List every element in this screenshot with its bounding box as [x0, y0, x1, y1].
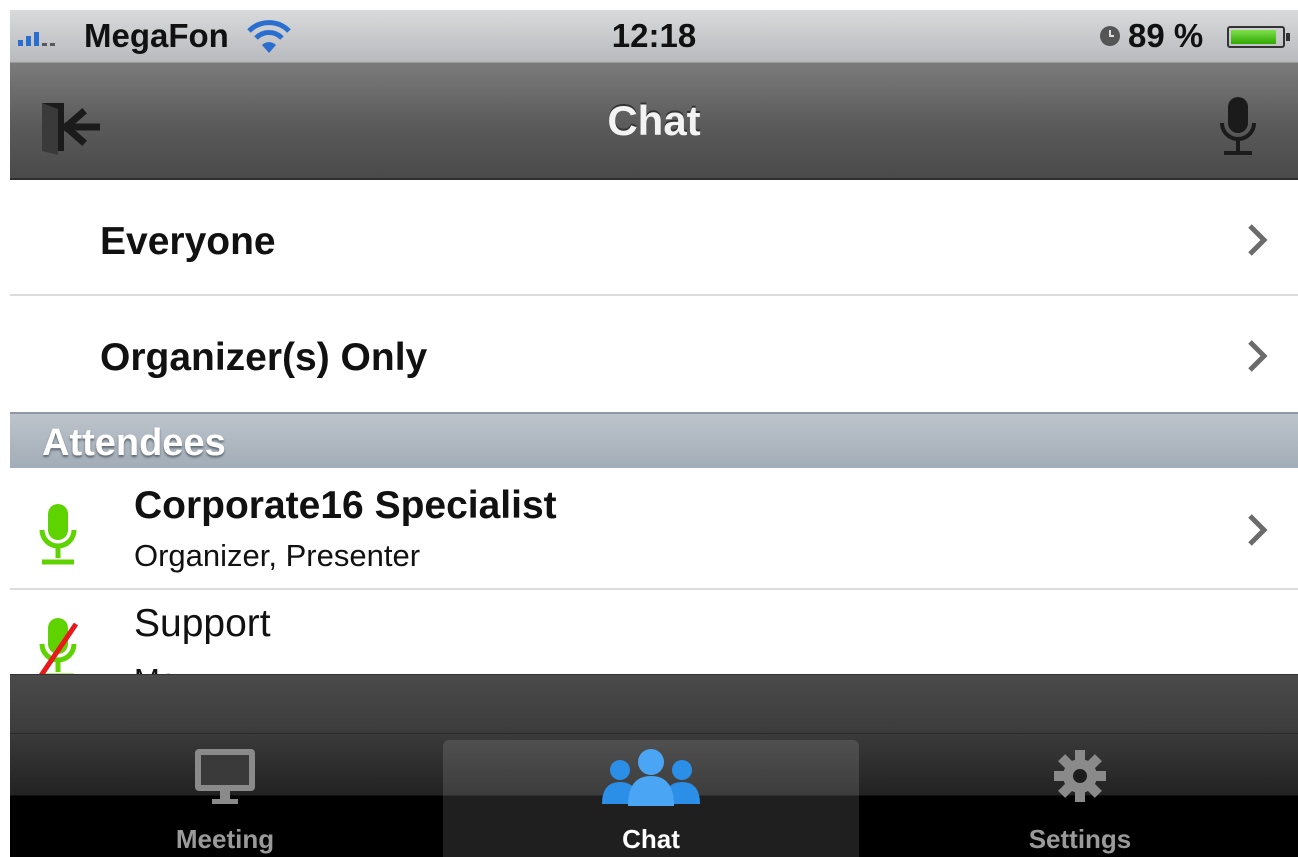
bottom-toolbar: [10, 674, 1298, 734]
monitor-icon: [195, 749, 255, 804]
attendee-row[interactable]: Corporate16 Specialist Organizer, Presen…: [10, 470, 1298, 590]
status-bar: MegaFon 12:18 89 %: [10, 10, 1298, 62]
attendees-section-header: Attendees: [10, 412, 1298, 468]
chevron-right-icon: [1248, 224, 1268, 256]
everyone-label: Everyone: [100, 220, 276, 263]
tab-label: Meeting: [175, 824, 275, 854]
tab-meeting[interactable]: Meeting: [10, 740, 440, 857]
attendee-name: Support: [134, 602, 271, 645]
microphone-active-icon: [39, 504, 77, 565]
microphone-icon: [1220, 97, 1256, 155]
organizers-label: Organizer(s) Only: [100, 336, 428, 379]
microphone-muted-icon: [36, 618, 79, 682]
battery-percent: 89 %: [1128, 17, 1204, 54]
chat-organizers-row[interactable]: Organizer(s) Only: [10, 298, 1298, 412]
attendee-role: Organizer, Presenter: [134, 538, 421, 573]
chevron-right-icon: [1248, 340, 1268, 372]
section-header-label: Attendees: [42, 422, 226, 464]
chevron-right-icon: [1248, 514, 1268, 546]
chat-everyone-row[interactable]: Everyone: [10, 182, 1298, 296]
page-title: Chat: [607, 97, 701, 144]
tab-chat[interactable]: Chat: [443, 740, 859, 857]
app-frame: MegaFon 12:18 89 % Chat Everyone Organiz…: [10, 10, 1298, 857]
gear-icon: [1054, 750, 1106, 802]
battery-fill: [1231, 30, 1276, 44]
attendee-name: Corporate16 Specialist: [134, 484, 557, 527]
alarm-clock-icon: [1100, 26, 1120, 46]
battery-icon: [1227, 26, 1290, 48]
tab-label: Chat: [622, 824, 680, 854]
navigation-bar: Chat: [10, 62, 1298, 180]
people-icon: [602, 749, 700, 806]
tab-settings[interactable]: Settings: [862, 740, 1298, 857]
microphone-button[interactable]: [1210, 95, 1266, 159]
tab-label: Settings: [1028, 824, 1132, 854]
tab-bar: Meeting Chat Settings: [10, 734, 1298, 857]
